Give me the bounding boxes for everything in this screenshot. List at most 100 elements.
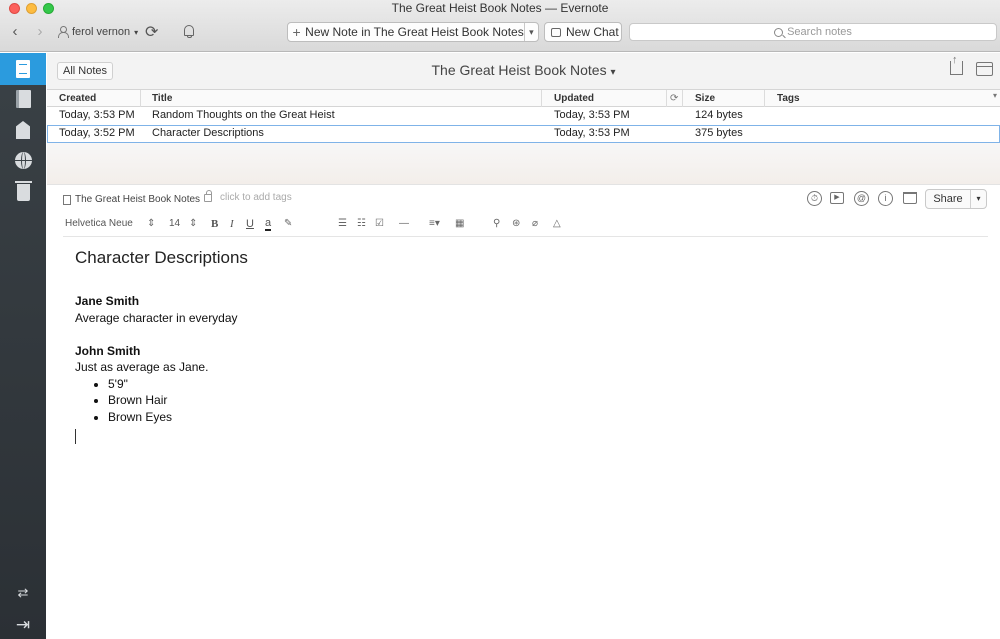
search-input[interactable]: Search notes <box>629 23 997 41</box>
user-name: ferol vernon <box>72 26 131 38</box>
switch-view-icon[interactable]: ⇄ <box>0 585 46 601</box>
sidebar-item-notebooks[interactable] <box>0 83 46 115</box>
account-menu[interactable]: ferol vernon ▾ <box>57 24 138 40</box>
drive-icon[interactable]: △ <box>553 218 561 229</box>
notebook-title-dropdown[interactable]: The Great Heist Book Notes ▾ <box>47 62 1000 78</box>
info-icon[interactable]: i <box>878 191 893 206</box>
new-note-button[interactable]: + New Note in The Great Heist Book Notes… <box>287 22 539 42</box>
note-paragraph: Just as average as Jane. <box>75 360 209 374</box>
view-options-icon[interactable] <box>976 62 993 76</box>
list-item: Brown Eyes <box>108 409 975 426</box>
cell-title: Character Descriptions <box>152 127 264 139</box>
cell-created: Today, 3:53 PM <box>59 109 135 121</box>
user-icon <box>57 26 69 38</box>
sign-out-icon[interactable]: ⇥ <box>0 615 46 635</box>
sync-icon[interactable]: ⟳ <box>145 22 158 42</box>
note-bullet-list: 5'9" Brown Hair Brown Eyes <box>75 376 975 426</box>
cell-updated: Today, 3:53 PM <box>554 127 630 139</box>
search-icon <box>774 27 784 37</box>
column-size[interactable]: Size <box>683 90 765 107</box>
sidebar: ⇄ ⇥ <box>0 53 46 639</box>
new-note-dropdown[interactable]: ▾ <box>523 23 538 41</box>
column-title[interactable]: Title <box>140 90 542 107</box>
table-row-selected[interactable]: Today, 3:52 PM Character Descriptions To… <box>47 125 1000 143</box>
new-chat-button[interactable]: New Chat <box>544 22 622 42</box>
attachment-icon[interactable]: ⌀ <box>532 218 538 229</box>
note-paragraph: Average character in everyday <box>75 310 238 325</box>
note-icon <box>16 60 30 78</box>
chevron-down-icon: ▾ <box>610 67 616 78</box>
share-icon[interactable] <box>950 54 963 75</box>
cell-created: Today, 3:52 PM <box>59 127 135 139</box>
note-title[interactable]: Character Descriptions <box>75 248 975 268</box>
camera-icon[interactable]: ⊛ <box>512 218 520 229</box>
add-tags-field[interactable]: click to add tags <box>220 192 292 203</box>
column-updated[interactable]: Updated <box>542 90 667 107</box>
table-row[interactable]: Today, 3:53 PM Random Thoughts on the Gr… <box>47 107 1000 125</box>
sidebar-item-trash[interactable] <box>0 175 46 207</box>
presentation-icon[interactable]: ▶ <box>830 192 844 204</box>
work-chat-icon[interactable]: @ <box>854 191 869 206</box>
sidebar-item-shared[interactable] <box>0 144 46 176</box>
note-list-empty-area <box>47 143 1000 185</box>
note-notebook-selector[interactable]: The Great Heist Book Notes <box>63 194 200 205</box>
text-color-icon[interactable]: a <box>265 218 272 231</box>
note-heading: John Smith <box>75 343 141 358</box>
bold-icon[interactable]: B <box>211 218 218 230</box>
globe-icon <box>14 151 32 169</box>
format-toolbar: Helvetica Neue ⇕ 14 ⇕ B I U a ✎ ☰ ☷ ☑ — … <box>63 213 988 237</box>
cell-updated: Today, 3:53 PM <box>554 109 630 121</box>
underline-icon[interactable]: U <box>246 218 254 230</box>
notebook-icon <box>15 90 31 108</box>
back-button[interactable]: ‹ <box>7 23 23 41</box>
note-editor[interactable]: Character Descriptions Jane Smith Averag… <box>75 248 975 444</box>
window-toolbar: The Great Heist Book Notes — Evernote ‹ … <box>0 0 1000 52</box>
note-heading: Jane Smith <box>75 294 140 308</box>
note-notebook-name: The Great Heist Book Notes <box>75 194 201 205</box>
highlight-icon[interactable]: ✎ <box>284 218 292 229</box>
italic-icon[interactable]: I <box>230 218 234 230</box>
font-size-select[interactable]: 14 <box>169 218 180 229</box>
list-item: Brown Hair <box>108 392 975 409</box>
forward-button[interactable]: › <box>32 23 48 41</box>
chevron-down-icon: ▾ <box>992 91 997 100</box>
sidebar-item-notes[interactable] <box>0 53 46 85</box>
chevron-right-icon: › <box>37 23 43 40</box>
share-button[interactable]: Share ▾ <box>925 189 987 209</box>
trash-icon <box>14 181 32 201</box>
table-icon[interactable]: ▦ <box>455 218 464 229</box>
sidebar-item-tags[interactable] <box>0 114 46 146</box>
note-list-header: All Notes The Great Heist Book Notes ▾ <box>47 53 1000 89</box>
checkbox-icon[interactable]: ☑ <box>375 218 384 229</box>
plus-icon: + <box>292 24 301 40</box>
share-label: Share <box>933 193 963 205</box>
delete-note-icon[interactable] <box>903 192 917 204</box>
tag-icon <box>16 121 30 139</box>
horizontal-rule-icon[interactable]: — <box>399 218 409 229</box>
refresh-column-icon[interactable]: ⟳ <box>667 90 683 107</box>
cell-size: 375 bytes <box>695 127 743 139</box>
notebook-title: The Great Heist Book Notes <box>431 62 607 78</box>
column-created[interactable]: Created <box>47 90 141 107</box>
microphone-icon[interactable]: ⚲ <box>493 218 500 229</box>
bullet-list-icon[interactable]: ☰ <box>338 218 347 229</box>
font-family-stepper-icon[interactable]: ⇕ <box>147 218 155 229</box>
font-size-stepper-icon[interactable]: ⇕ <box>189 218 197 229</box>
numbered-list-icon[interactable]: ☷ <box>357 218 366 229</box>
table-header: Created Title Updated ⟳ Size Tags ▾ <box>47 89 1000 107</box>
search-placeholder: Search notes <box>787 26 852 38</box>
chevron-down-icon: ▾ <box>134 27 139 37</box>
lock-icon[interactable] <box>204 190 212 202</box>
chat-icon <box>551 27 561 37</box>
reminder-icon[interactable]: ⏱ <box>807 191 822 206</box>
list-item: 5'9" <box>108 376 975 393</box>
align-icon[interactable]: ≡▾ <box>429 218 440 229</box>
font-family-select[interactable]: Helvetica Neue <box>65 218 133 229</box>
bell-icon[interactable] <box>183 24 195 38</box>
notes-table: Created Title Updated ⟳ Size Tags ▾ Toda… <box>47 89 1000 143</box>
column-tags[interactable]: Tags <box>765 90 1000 107</box>
cell-title: Random Thoughts on the Great Heist <box>152 109 335 121</box>
cell-size: 124 bytes <box>695 109 743 121</box>
share-dropdown[interactable]: ▾ <box>970 190 986 208</box>
